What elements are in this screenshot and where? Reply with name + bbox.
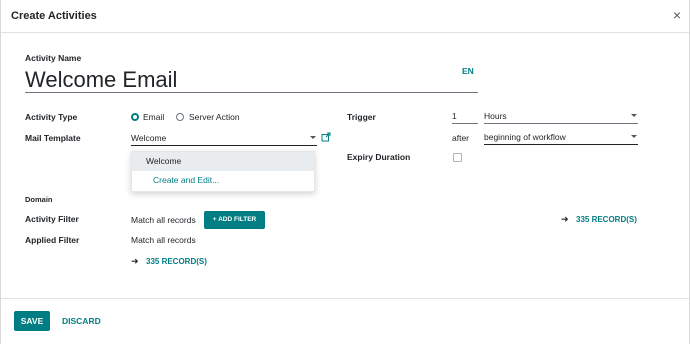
applied-filter-label: Applied Filter bbox=[25, 235, 80, 245]
activity-type-label: Activity Type bbox=[25, 112, 78, 122]
add-filter-button[interactable]: + ADD FILTER bbox=[204, 211, 265, 229]
expiry-duration-checkbox[interactable] bbox=[453, 153, 462, 162]
expiry-duration-label: Expiry Duration bbox=[347, 152, 411, 162]
dropdown-item-create-edit[interactable]: Create and Edit... bbox=[132, 171, 314, 190]
applied-filter-value: Match all records bbox=[131, 235, 196, 245]
radio-server-action-label[interactable]: Server Action bbox=[189, 112, 240, 122]
chevron-down-icon bbox=[631, 135, 637, 138]
radio-email[interactable] bbox=[131, 113, 139, 121]
dialog-title: Create Activities bbox=[11, 10, 97, 22]
records-count-link[interactable]: 335 RECORD(S) bbox=[576, 215, 637, 224]
chevron-down-icon bbox=[310, 136, 316, 139]
arrow-right-icon: ➜ bbox=[561, 214, 569, 224]
mail-template-value: Welcome bbox=[131, 133, 167, 143]
trigger-number-input[interactable]: 1 bbox=[452, 111, 478, 124]
chevron-down-icon bbox=[631, 114, 637, 117]
dialog-header: Create Activities × bbox=[1, 0, 689, 33]
trigger-unit-value: Hours bbox=[484, 111, 507, 121]
trigger-after-label: after bbox=[452, 133, 470, 143]
discard-button[interactable]: DISCARD bbox=[62, 316, 101, 326]
mail-template-dropdown: Welcome Create and Edit... bbox=[131, 151, 315, 192]
trigger-unit-select[interactable]: Hours bbox=[484, 111, 638, 124]
language-toggle[interactable]: EN bbox=[462, 66, 474, 76]
applied-records-count-link[interactable]: 335 RECORD(S) bbox=[146, 257, 207, 266]
trigger-label: Trigger bbox=[347, 112, 376, 122]
arrow-right-icon: ➜ bbox=[131, 256, 139, 266]
trigger-event-select[interactable]: beginning of workflow bbox=[484, 132, 638, 145]
external-link-icon[interactable] bbox=[321, 132, 331, 142]
dialog-footer bbox=[1, 298, 689, 344]
dropdown-item-welcome[interactable]: Welcome bbox=[132, 152, 314, 171]
activity-name-label: Activity Name bbox=[25, 53, 82, 63]
mail-template-label: Mail Template bbox=[25, 133, 81, 143]
radio-email-label[interactable]: Email bbox=[143, 112, 164, 122]
create-activities-dialog: Create Activities × Activity Name Welcom… bbox=[0, 0, 690, 344]
close-icon[interactable]: × bbox=[673, 7, 681, 23]
mail-template-select[interactable]: Welcome bbox=[131, 133, 317, 146]
radio-server-action[interactable] bbox=[176, 113, 184, 121]
activity-name-input[interactable]: Welcome Email bbox=[25, 66, 478, 93]
domain-label: Domain bbox=[25, 195, 53, 204]
save-button[interactable]: SAVE bbox=[14, 311, 50, 331]
activity-filter-label: Activity Filter bbox=[25, 214, 79, 224]
activity-filter-value: Match all records bbox=[131, 215, 196, 225]
trigger-event-value: beginning of workflow bbox=[484, 132, 566, 142]
